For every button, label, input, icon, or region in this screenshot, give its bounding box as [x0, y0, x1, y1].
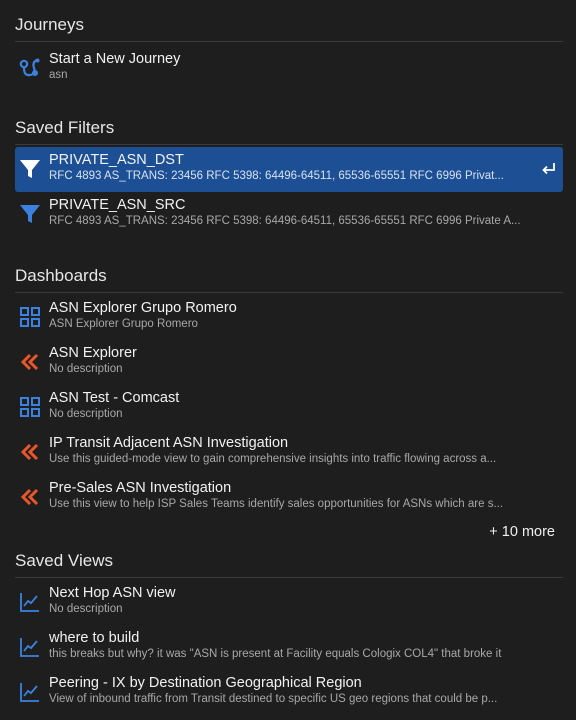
filter-icon [18, 202, 42, 226]
line-chart-icon [18, 680, 42, 704]
saved-filters-section: Saved Filters PRIVATE_ASN_DST RFC 4893 A… [15, 111, 563, 237]
journey-icon [18, 56, 42, 80]
list-item-saved-view[interactable]: Peering - IX by Destination Geographical… [15, 670, 563, 715]
dashboard-grid-icon [18, 305, 42, 329]
item-description: No description [49, 603, 123, 615]
item-description: RFC 4893 AS_TRANS: 23456 RFC 5398: 64496… [49, 170, 504, 182]
guided-chevrons-icon [18, 440, 42, 464]
item-title: Peering - IX by Destination Geographical… [49, 675, 362, 691]
item-title: Pre-Sales ASN Investigation [49, 480, 232, 496]
dashboards-section: Dashboards ASN Explorer Grupo Romero ASN… [15, 259, 563, 544]
saved-views-section: Saved Views Next Hop ASN view No descrip… [15, 544, 563, 715]
enter-key-icon [541, 161, 557, 177]
item-title: ASN Explorer [49, 345, 137, 361]
list-item-dashboard[interactable]: ASN Explorer Grupo Romero ASN Explorer G… [15, 295, 563, 340]
filter-icon [18, 157, 42, 181]
saved-views-heading: Saved Views [15, 544, 563, 578]
list-item-dashboard[interactable]: Pre-Sales ASN Investigation Use this vie… [15, 475, 563, 520]
list-item-filter-private-asn-src[interactable]: PRIVATE_ASN_SRC RFC 4893 AS_TRANS: 23456… [15, 192, 563, 237]
guided-chevrons-icon [18, 485, 42, 509]
item-description: Use this view to help ISP Sales Teams id… [49, 498, 504, 510]
item-title: Start a New Journey [49, 51, 181, 67]
journeys-heading: Journeys [15, 8, 563, 42]
item-title: ASN Explorer Grupo Romero [49, 300, 237, 316]
dashboards-heading: Dashboards [15, 259, 563, 293]
journeys-section: Journeys Start a New Journey asn [15, 8, 563, 91]
line-chart-icon [18, 635, 42, 659]
list-item-saved-view[interactable]: Next Hop ASN view No description [15, 580, 563, 625]
guided-chevrons-icon [18, 350, 42, 374]
dashboard-grid-icon [18, 395, 42, 419]
more-dashboards-link[interactable]: + 10 more [15, 520, 563, 544]
list-item-start-journey[interactable]: Start a New Journey asn [15, 46, 563, 91]
item-description: Use this guided-mode view to gain compre… [49, 453, 497, 465]
list-item-saved-view[interactable]: where to build this breaks but why? it w… [15, 625, 563, 670]
item-description: View of inbound traffic from Transit des… [49, 693, 498, 705]
item-description: ASN Explorer Grupo Romero [49, 318, 198, 330]
item-description: this breaks but why? it was "ASN is pres… [49, 648, 502, 660]
item-title: where to build [49, 630, 140, 646]
item-title: ASN Test - Comcast [49, 390, 180, 406]
item-title: PRIVATE_ASN_SRC [49, 197, 186, 213]
item-description: asn [49, 69, 68, 81]
item-description: No description [49, 408, 123, 420]
item-description: No description [49, 363, 123, 375]
list-item-dashboard[interactable]: ASN Test - Comcast No description [15, 385, 563, 430]
item-title: IP Transit Adjacent ASN Investigation [49, 435, 289, 451]
item-title: Next Hop ASN view [49, 585, 176, 601]
list-item-dashboard[interactable]: ASN Explorer No description [15, 340, 563, 385]
item-description: RFC 4893 AS_TRANS: 23456 RFC 5398: 64496… [49, 215, 521, 227]
line-chart-icon [18, 590, 42, 614]
list-item-dashboard[interactable]: IP Transit Adjacent ASN Investigation Us… [15, 430, 563, 475]
list-item-filter-private-asn-dst[interactable]: PRIVATE_ASN_DST RFC 4893 AS_TRANS: 23456… [15, 147, 563, 192]
saved-filters-heading: Saved Filters [15, 111, 563, 145]
item-title: PRIVATE_ASN_DST [49, 152, 184, 168]
